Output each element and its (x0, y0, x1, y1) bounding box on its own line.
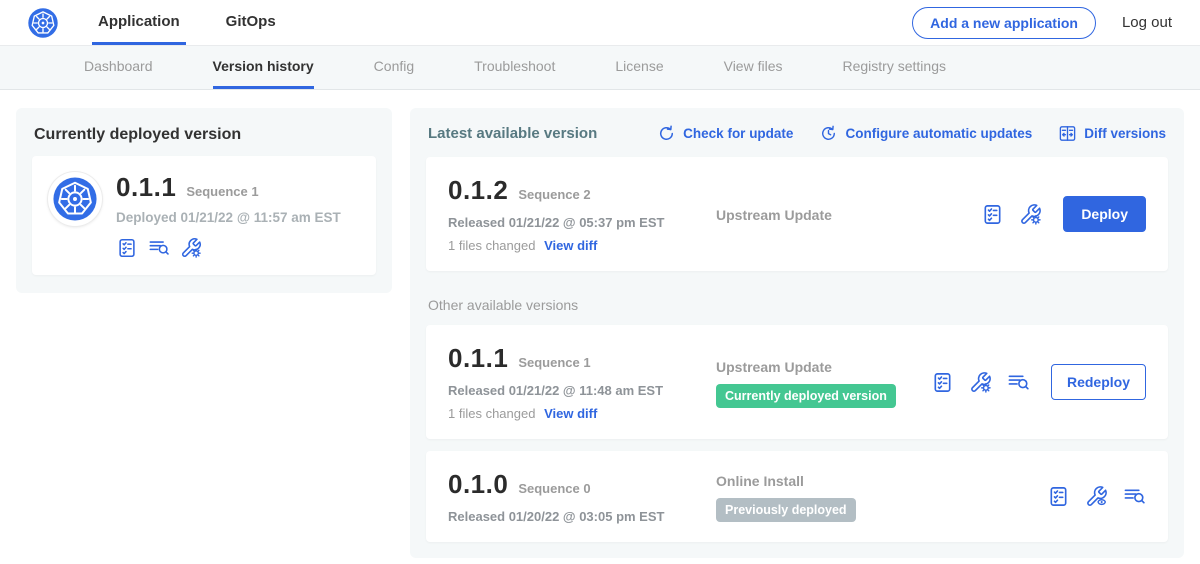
version-source: Upstream Update (716, 359, 931, 375)
status-badge-currently-deployed: Currently deployed version (716, 384, 896, 408)
tab-gitops[interactable]: GitOps (220, 0, 282, 45)
deploy-logs-icon[interactable] (148, 237, 170, 259)
subnav-item-registry-settings[interactable]: Registry settings (843, 46, 946, 89)
version-number: 0.1.2 (448, 175, 508, 206)
diff-versions-link[interactable]: Diff versions (1058, 124, 1166, 143)
subnav-item-view-files[interactable]: View files (724, 46, 783, 89)
tab-application[interactable]: Application (92, 0, 186, 45)
subnav-item-version-history[interactable]: Version history (213, 46, 314, 89)
latest-available-title: Latest available version (428, 125, 597, 142)
check-for-update-label: Check for update (683, 126, 793, 141)
kubernetes-logo-icon (28, 8, 58, 38)
logout-button[interactable]: Log out (1122, 14, 1172, 31)
other-versions-title: Other available versions (428, 297, 1166, 313)
tab-gitops-label: GitOps (226, 13, 276, 30)
deployed-timestamp: Deployed 01/21/22 @ 11:57 am EST (116, 210, 341, 225)
edit-config-icon[interactable] (180, 237, 202, 259)
diff-icon (1058, 124, 1077, 143)
version-card-0-1-1: 0.1.1 Sequence 1 Released 01/21/22 @ 11:… (426, 325, 1168, 439)
preflight-checks-icon[interactable] (116, 237, 138, 259)
version-sequence: Sequence 2 (518, 187, 590, 202)
deployed-version-box: 0.1.1 Sequence 1 Deployed 01/21/22 @ 11:… (32, 156, 376, 275)
currently-deployed-title: Currently deployed version (34, 126, 376, 144)
subnav-item-license[interactable]: License (615, 46, 663, 89)
edit-config-icon[interactable] (969, 371, 992, 394)
released-timestamp: Released 01/21/22 @ 11:48 am EST (448, 383, 716, 398)
preflight-checks-icon[interactable] (981, 203, 1004, 226)
subnav-item-dashboard[interactable]: Dashboard (84, 46, 153, 89)
diff-versions-label: Diff versions (1084, 126, 1166, 141)
version-history-page: Currently deployed version 0.1.1 Sequenc… (0, 90, 1200, 558)
version-source: Upstream Update (716, 207, 981, 223)
released-timestamp: Released 01/21/22 @ 05:37 pm EST (448, 215, 716, 230)
app-subnav: Dashboard Version history Config Trouble… (0, 46, 1200, 90)
version-card-0-1-2: 0.1.2 Sequence 2 Released 01/21/22 @ 05:… (426, 157, 1168, 271)
preflight-checks-icon[interactable] (931, 371, 954, 394)
edit-config-icon[interactable] (1019, 203, 1042, 226)
tab-application-label: Application (98, 13, 180, 30)
view-diff-link[interactable]: View diff (544, 406, 597, 421)
deploy-logs-icon[interactable] (1007, 371, 1030, 394)
version-number: 0.1.1 (448, 343, 508, 374)
app-tabs: Application GitOps (92, 0, 282, 45)
released-timestamp: Released 01/20/22 @ 03:05 pm EST (448, 509, 716, 524)
version-sequence: Sequence 1 (518, 355, 590, 370)
deploy-logs-icon[interactable] (1123, 485, 1146, 508)
refresh-icon (657, 124, 676, 143)
configure-automatic-updates-link[interactable]: Configure automatic updates (819, 124, 1032, 143)
version-number: 0.1.0 (448, 469, 508, 500)
subnav-item-config[interactable]: Config (374, 46, 414, 89)
version-source: Online Install (716, 473, 1047, 489)
preflight-checks-icon[interactable] (1047, 485, 1070, 508)
available-versions-panel: Latest available version Check for updat… (410, 108, 1184, 558)
check-for-update-link[interactable]: Check for update (657, 124, 793, 143)
files-changed-label: 1 files changed (448, 406, 535, 421)
deployed-sequence: Sequence 1 (186, 184, 258, 199)
add-application-button[interactable]: Add a new application (912, 7, 1096, 39)
subnav-item-troubleshoot[interactable]: Troubleshoot (474, 46, 555, 89)
version-card-0-1-0: 0.1.0 Sequence 0 Released 01/20/22 @ 03:… (426, 451, 1168, 542)
redeploy-button[interactable]: Redeploy (1051, 364, 1146, 400)
view-diff-link[interactable]: View diff (544, 238, 597, 253)
currently-deployed-card: Currently deployed version 0.1.1 Sequenc… (16, 108, 392, 293)
schedule-icon (819, 124, 838, 143)
version-sequence: Sequence 0 (518, 481, 590, 496)
files-changed-label: 1 files changed (448, 238, 535, 253)
view-config-icon[interactable] (1085, 485, 1108, 508)
status-badge-previously-deployed: Previously deployed (716, 498, 856, 522)
app-logo (48, 172, 102, 226)
deploy-button[interactable]: Deploy (1063, 196, 1146, 232)
configure-automatic-updates-label: Configure automatic updates (845, 126, 1032, 141)
deployed-version-number: 0.1.1 (116, 172, 176, 203)
top-header: Application GitOps Add a new application… (0, 0, 1200, 46)
